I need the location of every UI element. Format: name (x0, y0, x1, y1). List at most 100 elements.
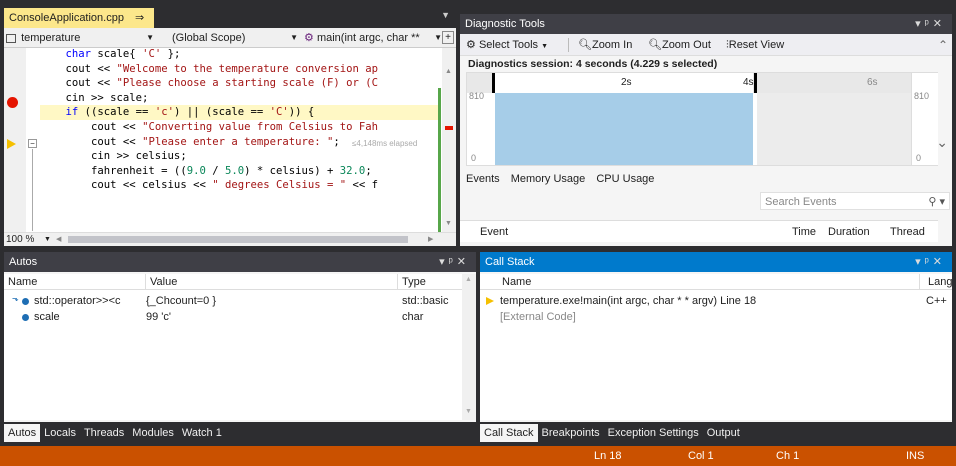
autos-row-name: std::operator>><c (34, 295, 121, 307)
perf-tip[interactable]: ≤4,148ms elapsed (352, 139, 418, 148)
column-event[interactable]: Event (480, 221, 508, 243)
diagnostic-tools-titlebar[interactable]: Diagnostic Tools ▾ᵖ✕ (460, 14, 952, 34)
chevron-down-icon: ▼ (434, 30, 442, 46)
pin-icon[interactable]: ᵖ (925, 18, 933, 30)
editor-panel: ConsoleApplication.cpp ⇒ ✕ ▼ temperature… (4, 8, 456, 246)
chevron-down-icon[interactable]: ▾ (915, 18, 925, 30)
autos-vertical-scrollbar[interactable]: ▲ ▼ (462, 274, 476, 420)
selection-start-handle[interactable] (492, 73, 495, 93)
autos-row-value[interactable]: 99 'c' (146, 310, 171, 324)
editor-tab-title: ConsoleApplication.cpp (9, 12, 124, 24)
status-line[interactable]: Ln 18 (594, 446, 622, 466)
scroll-up-icon[interactable]: ▲ (445, 68, 452, 75)
column-time[interactable]: Time (792, 221, 816, 243)
class-icon (6, 33, 16, 43)
outline-line (32, 149, 33, 231)
tab-breakpoints[interactable]: Breakpoints (538, 424, 604, 442)
scroll-right-icon[interactable]: ▶ (428, 233, 433, 246)
scope-dropdown[interactable]: (Global Scope) ▼ (172, 30, 300, 46)
column-duration[interactable]: Duration (828, 221, 870, 243)
scroll-down-icon[interactable]: ▼ (445, 220, 452, 227)
tab-output[interactable]: Output (703, 424, 744, 442)
tab-locals[interactable]: Locals (40, 424, 80, 442)
editor-vertical-scrollbar[interactable]: ▲ ▼ (442, 48, 456, 232)
timeline[interactable]: 2s 4s 6s 810 0 (466, 72, 912, 166)
outline-collapse-icon[interactable]: − (28, 139, 37, 148)
chevron-down-icon[interactable]: ▾ (915, 256, 925, 268)
code-line[interactable]: cin >> scale; (40, 91, 438, 106)
column-value[interactable]: Value (146, 274, 398, 290)
autos-row-value[interactable]: {_Chcount=0 } (146, 294, 216, 308)
pin-icon[interactable]: ⇒ (135, 12, 144, 24)
tick-label-6s: 6s (867, 77, 878, 88)
diagnostic-tabs: Events Memory Usage CPU Usage (466, 170, 654, 188)
status-ch[interactable]: Ch 1 (776, 446, 799, 466)
breakpoint-icon[interactable] (7, 97, 18, 108)
close-icon[interactable]: ✕ (933, 18, 946, 30)
status-col[interactable]: Col 1 (688, 446, 714, 466)
table-row[interactable]: [External Code] (480, 310, 952, 324)
member-dropdown-value: temperature (21, 32, 81, 44)
code-line[interactable]: char scale{ 'C' }; (40, 47, 438, 62)
select-tools-button[interactable]: ⚙ Select Tools ▼ (466, 34, 548, 58)
field-icon (22, 298, 29, 305)
chevron-down-icon[interactable]: ▾ (439, 256, 449, 268)
zoom-in-button[interactable]: 🔍︎Zoom In (578, 34, 632, 56)
pin-icon[interactable]: ᵖ (925, 256, 933, 268)
tab-exception-settings[interactable]: Exception Settings (604, 424, 703, 442)
tab-call-stack[interactable]: Call Stack (480, 424, 538, 442)
zoom-out-button[interactable]: 🔍︎Zoom Out (648, 34, 711, 56)
status-mode[interactable]: INS (906, 446, 924, 466)
table-row[interactable]: temperature.exe!main(int argc, char * * … (480, 294, 952, 308)
table-row[interactable]: scale 99 'c' char (4, 310, 462, 324)
table-row[interactable]: ⬎ std::operator>><c {_Chcount=0 } std::b… (4, 294, 462, 308)
code-line[interactable]: cout << "Converting value from Celsius t… (40, 120, 438, 135)
pin-icon[interactable]: ᵖ (449, 256, 457, 268)
code-line[interactable]: cout << "Welcome to the temperature conv… (40, 62, 438, 77)
member-dropdown[interactable]: temperature ▼ (6, 30, 158, 46)
chevron-down-icon[interactable]: ⌄ (936, 134, 948, 151)
autos-titlebar[interactable]: Autos ▾ᵖ✕ (4, 252, 476, 272)
scroll-down-icon[interactable]: ▼ (465, 408, 472, 415)
editor-tab[interactable]: ConsoleApplication.cpp ⇒ ✕ (4, 8, 154, 44)
column-thread[interactable]: Thread (890, 221, 925, 243)
column-type[interactable]: Type (398, 274, 462, 290)
tab-cpu-usage[interactable]: CPU Usage (596, 173, 654, 185)
scroll-up-icon[interactable]: ▲ (465, 276, 472, 283)
code-line[interactable]: cin >> celsius; (40, 149, 438, 164)
tab-modules[interactable]: Modules (128, 424, 178, 442)
code-line[interactable]: if ((scale == 'c') || (scale == 'C')) { (40, 105, 438, 120)
tab-watch-1[interactable]: Watch 1 (178, 424, 226, 442)
call-stack-frame-lang: C++ (926, 295, 947, 307)
call-stack-titlebar[interactable]: Call Stack ▾ᵖ✕ (480, 252, 952, 272)
search-icon[interactable]: ⚲ ▾ (928, 193, 945, 211)
close-icon[interactable]: ✕ (457, 256, 470, 268)
horizontal-scroll-thumb[interactable] (68, 236, 408, 243)
zoom-level[interactable]: 100 % (6, 233, 34, 246)
code-line[interactable]: fahrenheit = ((9.0 / 5.0) * celsius) + 3… (40, 164, 438, 179)
call-stack-body: temperature.exe!main(int argc, char * * … (480, 290, 952, 420)
tab-events[interactable]: Events (466, 173, 500, 185)
navigation-bar: temperature ▼ (Global Scope) ▼ ⚙ main(in… (4, 28, 456, 48)
y-axis-min-right: 0 (916, 153, 922, 163)
search-events-box[interactable]: Search Events ⚲ ▾ (760, 192, 950, 210)
chevron-down-icon[interactable]: ▼ (44, 233, 51, 246)
call-stack-tab-strip: Call Stack Breakpoints Exception Settings O… (480, 422, 952, 444)
code-line[interactable]: cout << celsius << " degrees Celsius = "… (40, 178, 438, 193)
selection-end-handle[interactable] (754, 73, 757, 93)
session-label: Diagnostics session: 4 seconds (4.229 s … (468, 58, 718, 70)
close-icon[interactable]: ✕ (933, 256, 946, 268)
column-name[interactable]: Name (498, 274, 920, 290)
code-line[interactable]: cout << "Please choose a starting scale … (40, 76, 438, 91)
tab-threads[interactable]: Threads (80, 424, 128, 442)
tab-autos[interactable]: Autos (4, 424, 41, 442)
scroll-up-icon[interactable]: ⌃ (938, 34, 948, 56)
tab-memory-usage[interactable]: Memory Usage (511, 173, 586, 185)
scroll-left-icon[interactable]: ◀ (56, 233, 61, 246)
column-name[interactable]: Name (4, 274, 146, 290)
tab-dropdown-icon[interactable]: ▼ (441, 10, 450, 20)
column-lang[interactable]: Lang (924, 274, 952, 290)
function-dropdown[interactable]: ⚙ main(int argc, char ** ▼ (304, 30, 442, 46)
split-icon[interactable]: + (442, 31, 454, 44)
reset-view-button[interactable]: ⫶Reset View (726, 34, 784, 56)
